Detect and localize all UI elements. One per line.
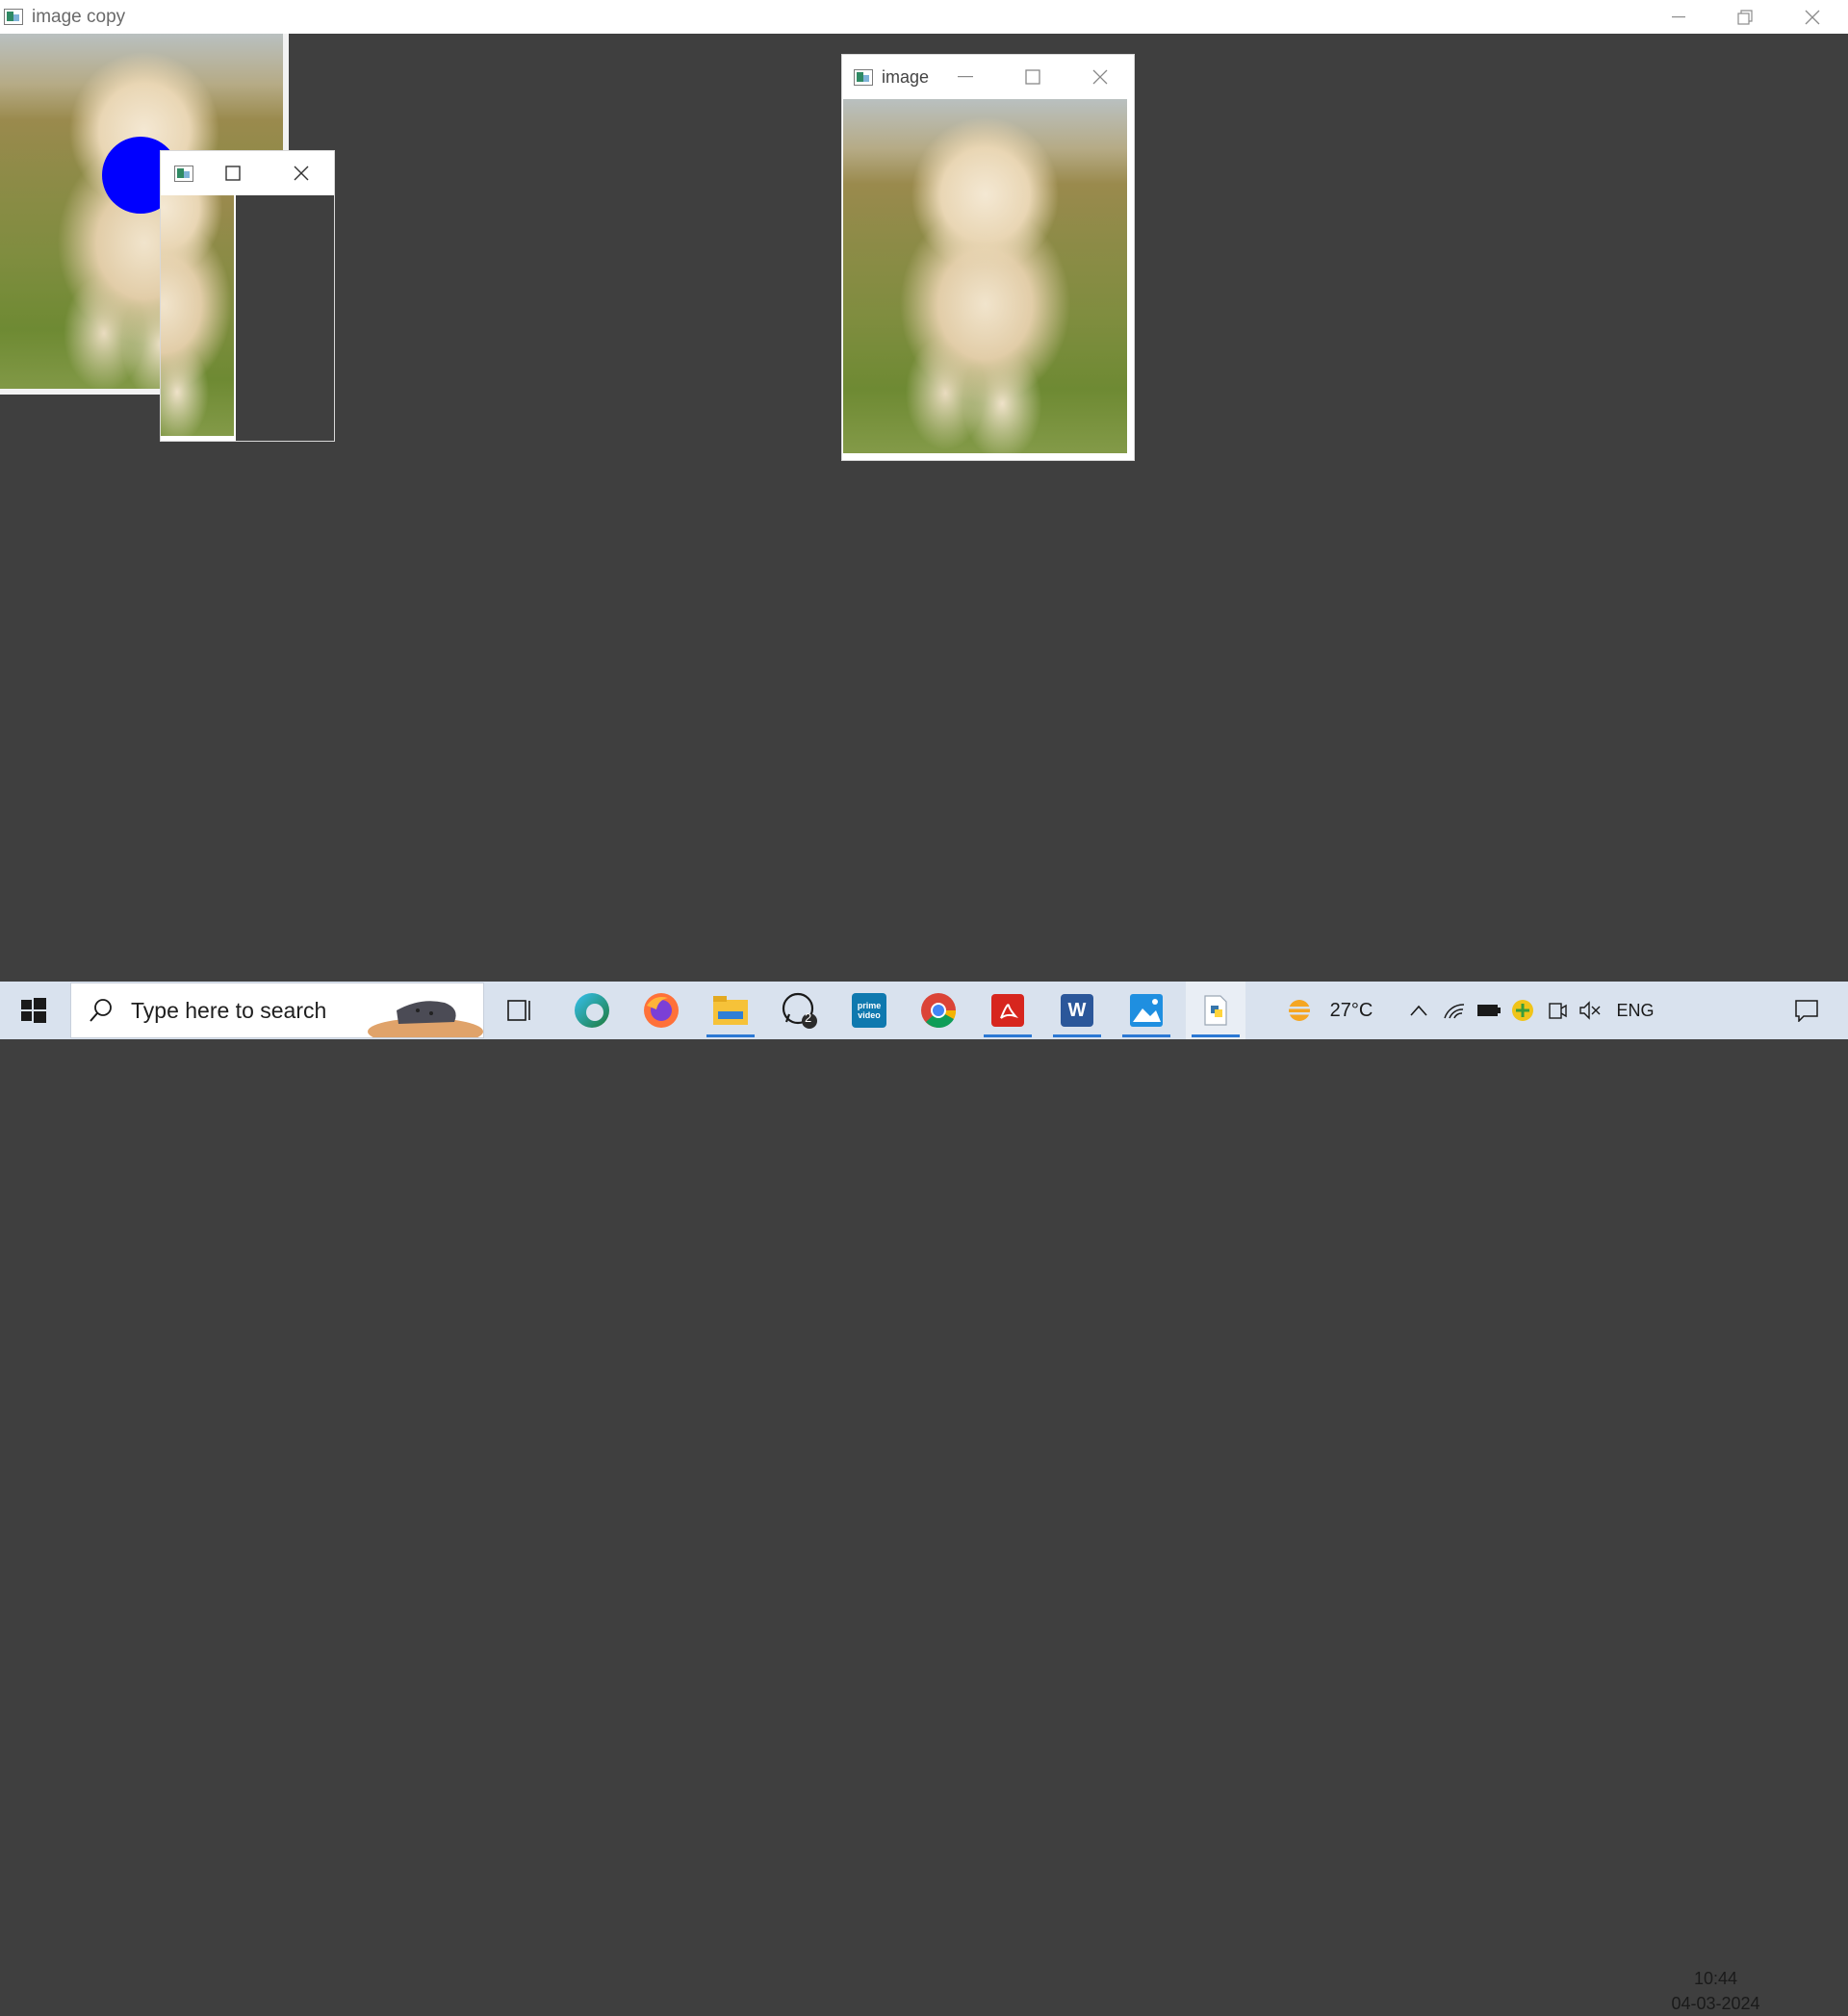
original-image-canvas xyxy=(843,99,1127,453)
search-highlight-icon xyxy=(368,1001,483,1037)
image-window-title: image xyxy=(882,66,930,87)
cropped-image-window[interactable] xyxy=(161,151,334,441)
taskbar-app-firefox[interactable] xyxy=(631,982,691,1039)
taskbar-app-python[interactable] xyxy=(1186,982,1245,1039)
close-button[interactable] xyxy=(1079,61,1121,93)
taskbar-app-prime-video[interactable]: prime video xyxy=(839,982,899,1039)
minimize-button[interactable] xyxy=(944,61,987,93)
taskbar-app-photos[interactable] xyxy=(1116,982,1176,1039)
taskbar-app-acrobat[interactable] xyxy=(978,982,1038,1039)
whatsapp-badge: 2 xyxy=(805,1010,812,1025)
wifi-icon[interactable] xyxy=(1440,982,1469,1039)
volume-muted-icon[interactable] xyxy=(1576,982,1604,1039)
minimize-button[interactable] xyxy=(1645,0,1712,34)
chrome-icon xyxy=(921,993,957,1028)
search-icon xyxy=(90,999,112,1022)
task-view-icon xyxy=(507,1000,530,1021)
search-placeholder: Type here to search xyxy=(131,997,327,1023)
weather-temperature[interactable]: 27°C xyxy=(1322,982,1380,1039)
empty-window-area xyxy=(236,195,334,441)
edge-icon xyxy=(575,993,609,1028)
clock-date: 04-03-2024 xyxy=(1671,1994,1760,2013)
notification-center-button[interactable] xyxy=(1783,982,1831,1039)
whatsapp-icon xyxy=(782,992,817,1029)
language-text: ENG xyxy=(1616,1000,1655,1020)
taskbar-app-word[interactable]: W xyxy=(1047,982,1107,1039)
main-window-titlebar: image copy xyxy=(0,0,1848,34)
update-icon[interactable] xyxy=(1508,982,1537,1039)
taskbar-app-edge[interactable] xyxy=(562,982,622,1039)
image-window[interactable]: image xyxy=(842,55,1134,460)
taskbar-app-whatsapp[interactable]: 2 xyxy=(770,982,830,1039)
maximize-button[interactable] xyxy=(212,157,254,190)
taskbar-app-chrome[interactable] xyxy=(909,982,968,1039)
maximize-button[interactable] xyxy=(1012,61,1054,93)
window-app-icon xyxy=(174,165,193,182)
cropped-image-canvas xyxy=(161,195,234,436)
word-icon: W xyxy=(1061,994,1093,1027)
prime-video-icon: prime video xyxy=(852,993,886,1028)
close-button[interactable] xyxy=(1779,0,1846,34)
temperature-text: 27°C xyxy=(1329,999,1373,1021)
taskbar-app-file-explorer[interactable] xyxy=(701,982,760,1039)
notification-icon xyxy=(1795,1000,1818,1022)
folder-icon xyxy=(713,996,748,1025)
acrobat-icon xyxy=(991,994,1024,1027)
language-indicator[interactable]: ENG xyxy=(1612,982,1658,1039)
firefox-icon xyxy=(644,993,679,1028)
chevron-up-icon[interactable] xyxy=(1405,982,1432,1039)
windows-icon xyxy=(21,998,46,1023)
task-view-button[interactable] xyxy=(494,982,544,1039)
clock-time: 10:44 xyxy=(1693,1969,1738,1988)
taskbar-search-box[interactable]: Type here to search xyxy=(70,982,484,1038)
restore-button[interactable] xyxy=(1711,0,1779,34)
window-app-icon xyxy=(4,9,23,25)
battery-icon[interactable] xyxy=(1475,982,1503,1039)
close-button[interactable] xyxy=(280,157,322,190)
python-icon xyxy=(1204,995,1227,1026)
window-app-icon xyxy=(854,68,873,86)
photos-icon xyxy=(1130,994,1163,1027)
start-button[interactable] xyxy=(0,982,67,1039)
clock[interactable]: 10:44 04-03-2024 xyxy=(1656,1966,1776,2016)
weather-icon[interactable] xyxy=(1280,982,1319,1039)
main-window-title: image copy xyxy=(32,6,126,27)
meet-now-icon[interactable] xyxy=(1543,982,1572,1039)
